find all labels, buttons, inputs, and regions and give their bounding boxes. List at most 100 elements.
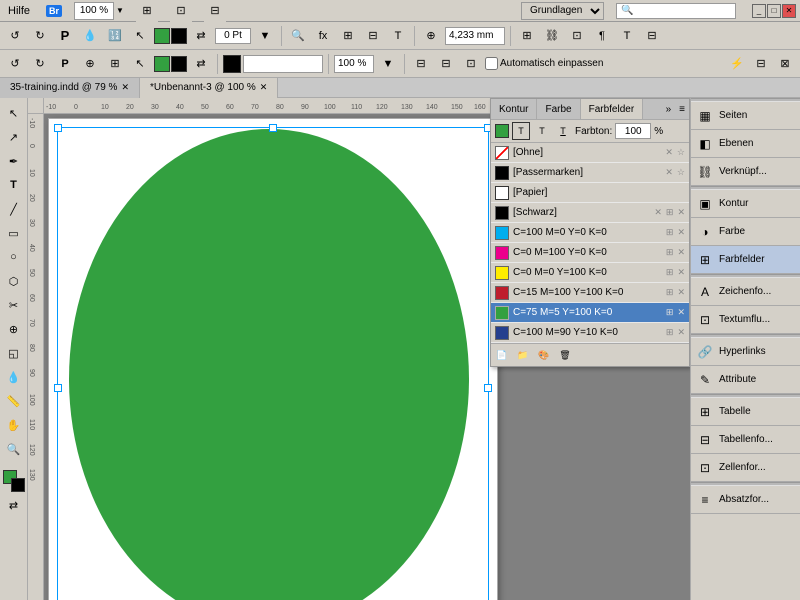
tool-more[interactable]: ⊟ [641,25,663,47]
swatch-green[interactable]: C=75 M=5 Y=100 K=0 ⊞ ✕ [491,303,689,323]
icon-btn-1[interactable]: ⊞ [136,0,158,22]
pb-folder-btn[interactable]: 📁 [514,346,532,364]
tool-extra-3[interactable]: ⊠ [774,53,796,75]
tool-text3[interactable]: T [616,25,638,47]
win-minimize-btn[interactable]: _ [752,4,766,18]
swatch-cyan[interactable]: C=100 M=0 Y=0 K=0 ⊞ ✕ [491,223,689,243]
lt-direct-select[interactable]: ↗ [3,126,25,148]
lt-hand[interactable]: ✋ [3,414,25,436]
rp-zeichenfo[interactable]: A Zeichenfo... [691,278,800,306]
zoom-input[interactable] [74,2,114,20]
rp-verknupf[interactable]: ⛓ Verknüpf... [691,158,800,186]
tool-r2-1[interactable]: ↺ [4,53,26,75]
icon-btn-2[interactable]: ⊡ [170,0,192,22]
rp-textumflu[interactable]: ⊡ Textumflu... [691,306,800,334]
lt-line[interactable]: ╱ [3,198,25,220]
rp-seiten[interactable]: ▦ Seiten [691,102,800,130]
tool-measure[interactable]: ⊕ [420,25,442,47]
tool-rotate-right[interactable]: ↻ [29,25,51,47]
tool-grid[interactable]: ⊞ [337,25,359,47]
tab-training[interactable]: 35-training.indd @ 79 % ✕ [0,78,140,98]
lt-eyedropper[interactable]: 💧 [3,366,25,388]
swatch-yellow[interactable]: C=0 M=0 Y=100 K=0 ⊞ ✕ [491,263,689,283]
rp-farbe[interactable]: ◑ Farbe [691,218,800,246]
swatch-passermarken[interactable]: [Passermarken] ✕ ☆ [491,163,689,183]
menu-hilfe[interactable]: Hilfe [4,3,34,19]
pb-delete-btn[interactable]: 🗑 [556,346,574,364]
rp-tabelle[interactable]: ⊞ Tabelle [691,398,800,426]
tool-r2-P[interactable]: P [54,53,76,75]
win-close-btn[interactable]: ✕ [782,4,796,18]
lt-text[interactable]: T [3,174,25,196]
swatch-papier[interactable]: [Papier] [491,183,689,203]
stroke-width-input[interactable] [215,28,251,44]
rp-hyperlinks[interactable]: 🔗 Hyperlinks [691,338,800,366]
fill-swatch[interactable] [154,28,170,44]
tool-extra-2[interactable]: ⊟ [750,53,772,75]
tool-eyedropper[interactable]: 💧 [79,25,101,47]
tool-fx[interactable]: fx [312,25,334,47]
stroke-color-input[interactable] [243,55,323,73]
tab-unbenannt[interactable]: *Unbenannt-3 @ 100 % ✕ [140,78,278,98]
tool-r2-2[interactable]: ↻ [29,53,51,75]
lt-zoom[interactable]: 🔍 [3,438,25,460]
pt-stroke-btn[interactable]: T [512,122,530,140]
handle-tl[interactable] [54,124,62,132]
lt-stroke[interactable] [11,478,25,492]
rp-ebenen[interactable]: ◧ Ebenen [691,130,800,158]
pb-new-btn[interactable]: 📄 [493,346,511,364]
percent-input[interactable] [334,55,374,73]
tool-text2[interactable]: T [387,25,409,47]
tool-zoom[interactable]: 🔍 [287,25,309,47]
stroke-dropdown[interactable]: ▼ [254,25,276,47]
rp-tabellenfo[interactable]: ⊟ Tabellenfo... [691,426,800,454]
swatch-ohne[interactable]: [Ohne] ✕ ☆ [491,143,689,163]
panel-tab-close[interactable]: ≡ [675,102,689,117]
lt-gradient[interactable]: ◱ [3,342,25,364]
rp-absatzfor[interactable]: ≡ Absatzfor... [691,486,800,514]
panel-tab-kontur[interactable]: Kontur [491,99,537,119]
win-maximize-btn[interactable]: □ [767,4,781,18]
workspace-select[interactable]: Grundlagen [521,2,604,20]
swatch-red[interactable]: C=15 M=100 Y=100 K=0 ⊞ ✕ [491,283,689,303]
swatch-schwarz[interactable]: [Schwarz] ✕ ⊞ ✕ [491,203,689,223]
farbton-input[interactable] [615,123,651,139]
swatch-magenta[interactable]: C=0 M=100 Y=0 K=0 ⊞ ✕ [491,243,689,263]
tool-r2-align2[interactable]: ⊟ [435,53,457,75]
search-input[interactable] [616,3,736,19]
lt-select[interactable]: ↖ [3,102,25,124]
rp-kontur[interactable]: ▣ Kontur [691,190,800,218]
lt-poly[interactable]: ⬡ [3,270,25,292]
pct-dropdown[interactable]: ▼ [377,53,399,75]
panel-tab-farbfelder[interactable]: Farbfelder [581,99,644,119]
coord-input[interactable] [445,27,505,45]
tool-r2-4[interactable]: ⊞ [104,53,126,75]
pt-text-btn[interactable]: T [533,122,551,140]
tool-r2-7[interactable]: ⊡ [460,53,482,75]
icon-btn-3[interactable]: ⊟ [204,0,226,22]
pb-palette-btn[interactable]: 🎨 [535,346,553,364]
panel-tab-farbe[interactable]: Farbe [537,99,580,119]
handle-mr[interactable] [484,384,492,392]
zoom-dropdown-arrow[interactable]: ▼ [116,6,124,15]
lt-free-transform[interactable]: ⊕ [3,318,25,340]
tool-count[interactable]: 🔢 [104,25,126,47]
lt-swap[interactable]: ⇄ [3,494,25,516]
tool-r2-5[interactable]: ↖ [129,53,151,75]
tool-text[interactable]: P [54,25,76,47]
lt-measure[interactable]: 📏 [3,390,25,412]
pt-text2-btn[interactable]: T [554,122,572,140]
tool-grid2[interactable]: ⊞ [516,25,538,47]
lt-pen[interactable]: ✒ [3,150,25,172]
fill-swatch-2[interactable] [154,56,170,72]
handle-ml[interactable] [54,384,62,392]
tool-r2-6[interactable]: ⇄ [190,53,212,75]
rp-farbfelder[interactable]: ⊞ Farbfelder [691,246,800,274]
rp-zellenfor[interactable]: ⊡ Zellenfor... [691,454,800,482]
stroke-color-black[interactable] [223,55,241,73]
tool-r2-align[interactable]: ⊟ [410,53,432,75]
tool-para[interactable]: ¶ [591,25,613,47]
tab-training-close[interactable]: ✕ [121,82,129,93]
swatch-darkblue[interactable]: C=100 M=90 Y=10 K=0 ⊞ ✕ [491,323,689,343]
tool-arrows[interactable]: ⇄ [190,25,212,47]
